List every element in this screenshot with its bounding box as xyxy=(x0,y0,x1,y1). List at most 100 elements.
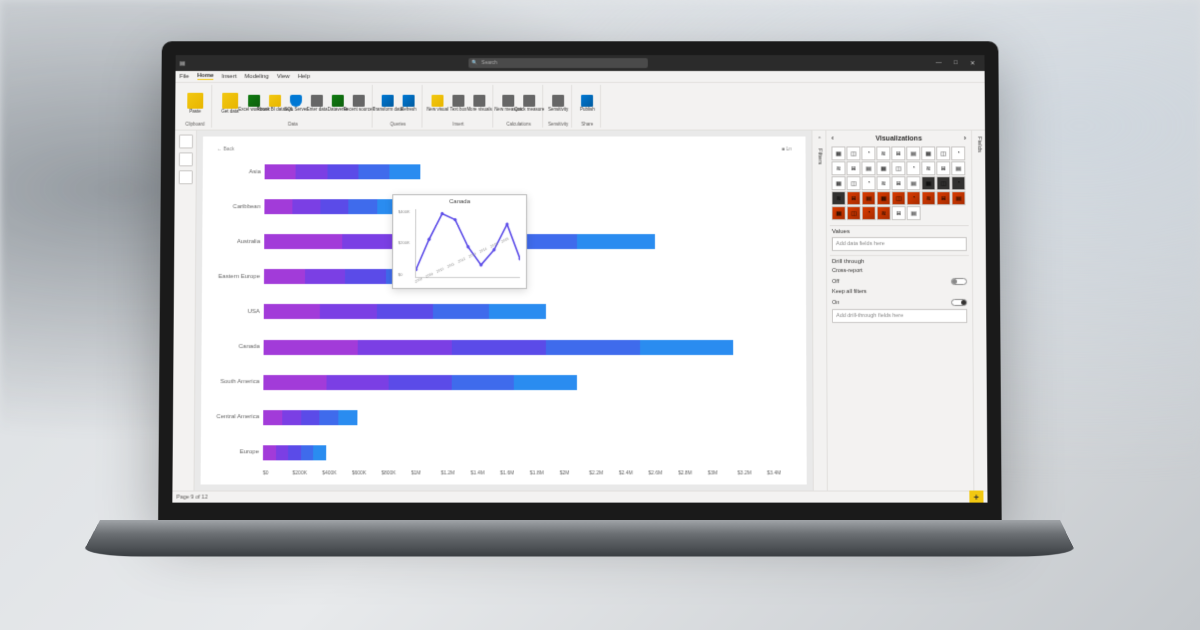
fields-tab[interactable]: Fields xyxy=(971,131,987,491)
chevron-left-icon[interactable]: ‹ xyxy=(831,136,833,143)
ribbon: Paste Clipboard Get data Excel workbook … xyxy=(175,83,985,131)
transform-data-button[interactable]: Transform data xyxy=(378,87,398,121)
viz-type-icon[interactable]: ⊞ xyxy=(847,191,861,205)
y-axis-label: Canada xyxy=(239,344,260,350)
bar-europe[interactable] xyxy=(263,445,797,460)
filters-tab[interactable]: ‹ Filters xyxy=(811,131,826,491)
bar-south-america[interactable] xyxy=(263,375,796,390)
bar-central-america[interactable] xyxy=(263,410,796,425)
drillthrough-fieldwell[interactable]: Add drill-through fields here xyxy=(832,309,967,323)
bar-eastern-europe[interactable] xyxy=(264,269,796,284)
viz-type-icon[interactable]: ◔ xyxy=(907,191,921,205)
viz-type-icon[interactable]: ◫ xyxy=(936,146,950,160)
menu-insert[interactable]: Insert xyxy=(222,73,237,79)
viz-type-icon[interactable]: ≋ xyxy=(876,146,890,160)
viz-type-icon[interactable]: ▦ xyxy=(877,191,891,205)
dataverse-button[interactable]: Dataverse xyxy=(328,87,348,121)
viz-type-icon[interactable]: ▤ xyxy=(907,206,921,220)
sql-server-button[interactable]: SQL Server xyxy=(286,87,306,121)
viz-type-icon[interactable]: ▤ xyxy=(906,176,920,190)
viz-type-icon[interactable]: ▤ xyxy=(862,191,876,205)
viz-type-icon[interactable]: ⊞ xyxy=(936,191,950,205)
viz-type-icon[interactable]: ◔ xyxy=(861,146,875,160)
menu-modeling[interactable]: Modeling xyxy=(245,73,269,79)
viz-type-icon[interactable]: ≋ xyxy=(832,161,846,175)
back-button[interactable]: ← Back xyxy=(217,146,235,152)
viz-type-icon[interactable]: ⊞ xyxy=(891,146,905,160)
more-visuals-button[interactable]: More visuals xyxy=(469,87,489,121)
viz-type-icon[interactable]: ▦ xyxy=(921,146,935,160)
viz-type-icon[interactable]: ◫ xyxy=(892,191,906,205)
viz-type-icon[interactable]: ▦ xyxy=(921,176,935,190)
report-canvas[interactable]: ← Back ■ Ln AsiaCaribbeanAustraliaEaster… xyxy=(201,137,807,485)
menu-help[interactable]: Help xyxy=(298,73,310,79)
viz-type-icon[interactable]: ▤ xyxy=(951,191,965,205)
keep-filters-toggle[interactable] xyxy=(951,299,967,306)
values-fieldwell[interactable]: Add data fields here xyxy=(832,237,967,251)
menu-view[interactable]: View xyxy=(277,73,290,79)
bar-asia[interactable] xyxy=(265,164,796,179)
new-visual-button[interactable]: New visual xyxy=(427,87,447,121)
viz-type-icon[interactable]: ▦ xyxy=(832,206,846,220)
viz-type-icon[interactable]: ▦ xyxy=(831,146,845,160)
excel-button[interactable]: Excel workbook xyxy=(244,87,264,121)
viz-type-icon[interactable]: ◔ xyxy=(951,146,965,160)
viz-type-icon[interactable]: ◫ xyxy=(847,206,861,220)
viz-type-icon[interactable]: ≋ xyxy=(832,191,846,205)
viz-type-icon[interactable]: ≋ xyxy=(922,191,936,205)
viz-type-icon[interactable]: ▤ xyxy=(951,161,965,175)
pbi-datasets-button[interactable]: Power BI datasets xyxy=(265,87,285,121)
menu-home[interactable]: Home xyxy=(197,73,214,80)
menu-bar: File Home Insert Modeling View Help xyxy=(175,71,984,83)
chevron-right-icon[interactable]: › xyxy=(964,136,966,143)
viz-type-icon[interactable]: ⊞ xyxy=(936,161,950,175)
bar-canada[interactable] xyxy=(264,340,797,355)
viz-type-icon[interactable]: ▦ xyxy=(876,161,890,175)
viz-type-icon[interactable]: ▤ xyxy=(861,161,875,175)
viz-type-icon[interactable]: ◫ xyxy=(891,161,905,175)
bar-caribbean[interactable] xyxy=(264,199,795,214)
viz-type-icon[interactable]: ◔ xyxy=(951,176,965,190)
bar-usa[interactable] xyxy=(264,304,796,319)
new-measure-button[interactable]: New measure xyxy=(498,87,518,121)
viz-type-icon[interactable]: ≋ xyxy=(877,206,891,220)
quick-measure-button[interactable]: Quick measure xyxy=(519,87,539,121)
app-icon: ▤ xyxy=(180,60,186,67)
search-box[interactable]: 🔍 Search xyxy=(468,58,647,68)
model-view-icon[interactable] xyxy=(178,170,192,184)
viz-type-icon[interactable]: ◫ xyxy=(936,176,950,190)
x-axis-tick: $800K xyxy=(382,470,412,476)
publish-button[interactable]: Publish xyxy=(577,87,597,121)
recent-sources-button[interactable]: Recent sources xyxy=(349,87,369,121)
viz-type-icon[interactable]: ◔ xyxy=(906,161,920,175)
bar-chart[interactable]: AsiaCaribbeanAustraliaEastern EuropeUSAC… xyxy=(211,154,797,470)
viz-type-icon[interactable]: ◔ xyxy=(862,176,876,190)
x-axis-tick: $200K xyxy=(293,470,323,476)
viz-type-icon[interactable]: ◫ xyxy=(846,146,860,160)
text-box-button[interactable]: Text box xyxy=(448,87,468,121)
bar-australia[interactable] xyxy=(264,234,796,249)
viz-type-icon[interactable]: ⊞ xyxy=(846,161,860,175)
data-view-icon[interactable] xyxy=(178,152,192,166)
minimize-button[interactable]: — xyxy=(931,57,947,69)
get-data-button[interactable]: Get data xyxy=(217,87,243,121)
viz-type-icon[interactable]: ≋ xyxy=(921,161,935,175)
viz-type-icon[interactable]: ▤ xyxy=(906,146,920,160)
viz-type-icon[interactable]: ◔ xyxy=(862,206,876,220)
refresh-button[interactable]: Refresh xyxy=(399,87,419,121)
sensitivity-button[interactable]: Sensitivity xyxy=(548,87,568,121)
add-page-button[interactable]: + xyxy=(969,490,983,503)
paste-button[interactable]: Paste xyxy=(182,87,208,121)
viz-type-icon[interactable]: ≋ xyxy=(876,176,890,190)
cross-report-toggle[interactable] xyxy=(951,278,967,285)
menu-file[interactable]: File xyxy=(179,73,189,79)
report-view-icon[interactable] xyxy=(178,135,192,149)
enter-data-button[interactable]: Enter data xyxy=(307,87,327,121)
viz-type-icon[interactable]: ⊞ xyxy=(891,176,905,190)
viz-type-icon[interactable]: ⊞ xyxy=(892,206,906,220)
y-axis-label: Eastern Europe xyxy=(218,274,260,280)
viz-type-icon[interactable]: ◫ xyxy=(847,176,861,190)
maximize-button[interactable]: □ xyxy=(948,57,964,69)
close-button[interactable]: ✕ xyxy=(965,57,981,69)
viz-type-icon[interactable]: ▦ xyxy=(832,176,846,190)
